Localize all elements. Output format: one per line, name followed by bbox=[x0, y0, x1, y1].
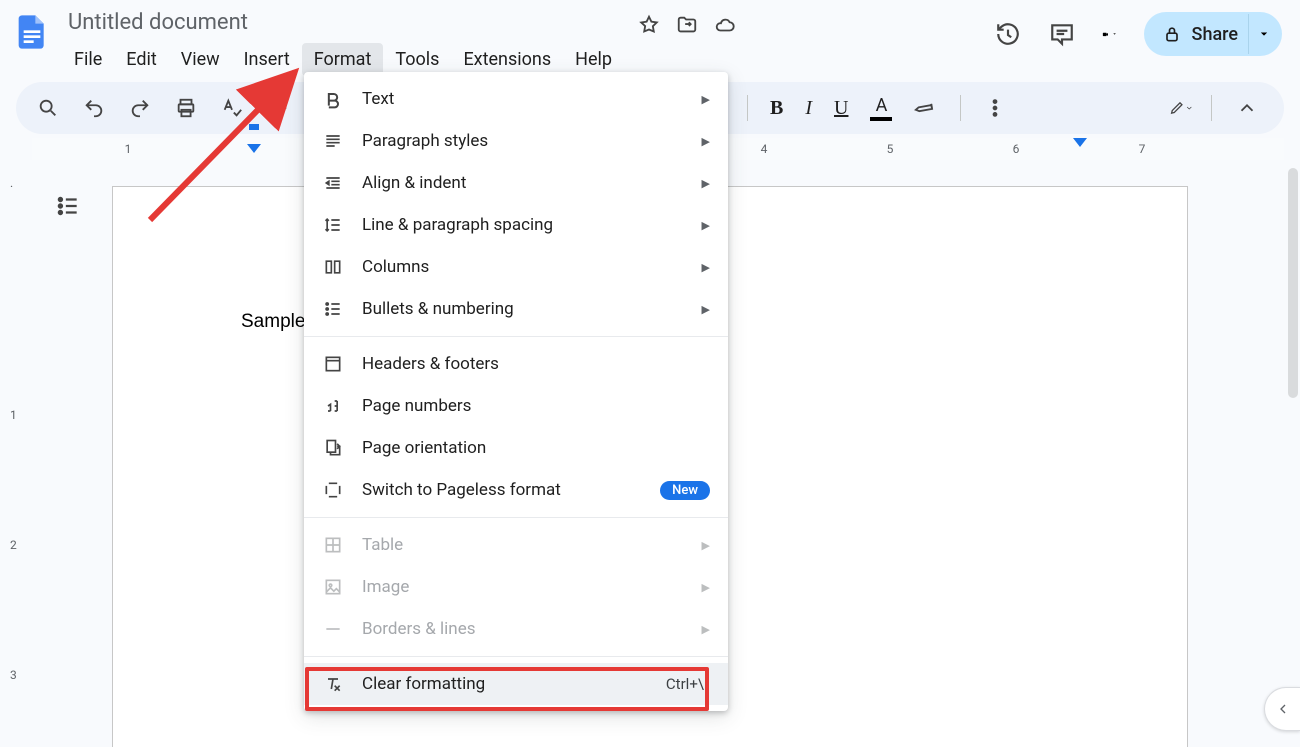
spellcheck-icon[interactable] bbox=[220, 96, 244, 120]
highlight-button[interactable] bbox=[914, 96, 938, 120]
menu-item-page-orientation[interactable]: Page orientation bbox=[304, 427, 728, 469]
menu-item-label: Image bbox=[362, 577, 409, 597]
menu-item-label: Align & indent bbox=[362, 173, 466, 193]
print-icon[interactable] bbox=[174, 96, 198, 120]
new-badge: New bbox=[660, 481, 710, 500]
menu-item-label: Table bbox=[362, 535, 403, 555]
collapse-toolbar-icon[interactable] bbox=[1230, 91, 1264, 125]
title-icons bbox=[638, 14, 736, 40]
italic-button[interactable]: I bbox=[805, 97, 812, 120]
menu-item-label: Headers & footers bbox=[362, 354, 499, 374]
menu-item-label: Text bbox=[362, 89, 394, 109]
menu-item-image: Image▶ bbox=[304, 566, 728, 608]
underline-button[interactable]: U bbox=[834, 97, 848, 120]
menu-edit[interactable]: Edit bbox=[114, 43, 168, 76]
share-label: Share bbox=[1192, 24, 1238, 45]
more-icon[interactable] bbox=[983, 96, 1007, 120]
menu-item-columns[interactable]: Columns▶ bbox=[304, 246, 728, 288]
redo-icon[interactable] bbox=[128, 96, 152, 120]
paint-format-icon[interactable] bbox=[266, 96, 290, 120]
menu-view[interactable]: View bbox=[169, 43, 232, 76]
ruler-number: 6 bbox=[1013, 142, 1020, 156]
show-side-panel-button[interactable] bbox=[1264, 687, 1300, 731]
ruler-number: 1 bbox=[125, 142, 132, 156]
menu-item-text[interactable]: Text▶ bbox=[304, 78, 728, 120]
menu-item-label: Borders & lines bbox=[362, 619, 475, 639]
menu-item-switch-pageless[interactable]: Switch to Pageless format New bbox=[304, 469, 728, 511]
menu-shortcut: Ctrl+\ bbox=[666, 675, 704, 693]
ruler-number: 3 bbox=[10, 668, 17, 682]
move-icon[interactable] bbox=[676, 14, 698, 40]
ruler-number: 1 bbox=[10, 408, 17, 422]
ruler-number: 2 bbox=[10, 538, 17, 552]
comments-icon[interactable] bbox=[1048, 20, 1076, 48]
search-icon[interactable] bbox=[36, 96, 60, 120]
menu-item-label: Page numbers bbox=[362, 396, 471, 416]
menu-item-borders-lines: Borders & lines▶ bbox=[304, 608, 728, 650]
menu-item-table: Table▶ bbox=[304, 524, 728, 566]
share-button[interactable]: Share bbox=[1144, 12, 1282, 56]
history-icon[interactable] bbox=[994, 20, 1022, 48]
format-menu-dropdown: Text▶ Paragraph styles▶ Align & indent▶ … bbox=[304, 72, 728, 711]
meet-button[interactable] bbox=[1102, 28, 1118, 40]
menu-item-line-spacing[interactable]: Line & paragraph spacing▶ bbox=[304, 204, 728, 246]
left-indent-marker[interactable] bbox=[254, 138, 268, 153]
text-color-button[interactable]: A bbox=[870, 95, 892, 121]
bold-button[interactable]: B bbox=[770, 97, 783, 120]
menu-item-headers-footers[interactable]: Headers & footers bbox=[304, 343, 728, 385]
share-dropdown[interactable] bbox=[1248, 14, 1278, 54]
ruler-number: 5 bbox=[887, 142, 894, 156]
menu-item-page-numbers[interactable]: Page numbers bbox=[304, 385, 728, 427]
undo-icon[interactable] bbox=[82, 96, 106, 120]
scrollbar-thumb[interactable] bbox=[1288, 168, 1298, 398]
menu-item-paragraph-styles[interactable]: Paragraph styles▶ bbox=[304, 120, 728, 162]
menu-insert[interactable]: Insert bbox=[232, 43, 302, 76]
menu-file[interactable]: File bbox=[62, 43, 114, 76]
ruler-number: 7 bbox=[1139, 142, 1146, 156]
right-indent-marker[interactable] bbox=[1080, 138, 1094, 147]
menu-item-bullets-numbering[interactable]: Bullets & numbering▶ bbox=[304, 288, 728, 330]
document-body-text[interactable]: Sample bbox=[241, 311, 305, 333]
menu-item-label: Clear formatting bbox=[362, 674, 485, 694]
star-icon[interactable] bbox=[638, 14, 660, 40]
vertical-ruler[interactable]: . 1 2 3 bbox=[4, 165, 34, 747]
menu-item-label: Line & paragraph spacing bbox=[362, 215, 553, 235]
cloud-status-icon[interactable] bbox=[714, 14, 736, 40]
menu-item-label: Paragraph styles bbox=[362, 131, 488, 151]
menu-item-label: Bullets & numbering bbox=[362, 299, 514, 319]
docs-logo[interactable] bbox=[12, 12, 52, 52]
document-title[interactable]: Untitled document bbox=[62, 8, 624, 37]
menu-item-label: Page orientation bbox=[362, 438, 486, 458]
menu-item-label: Columns bbox=[362, 257, 429, 277]
ruler-number: 4 bbox=[761, 142, 768, 156]
menu-item-clear-formatting[interactable]: Clear formatting Ctrl+\ bbox=[304, 663, 728, 705]
menu-item-align-indent[interactable]: Align & indent▶ bbox=[304, 162, 728, 204]
editing-mode-button[interactable] bbox=[1169, 96, 1193, 120]
menu-item-label: Switch to Pageless format bbox=[362, 480, 561, 500]
outline-toggle-icon[interactable] bbox=[50, 188, 86, 224]
